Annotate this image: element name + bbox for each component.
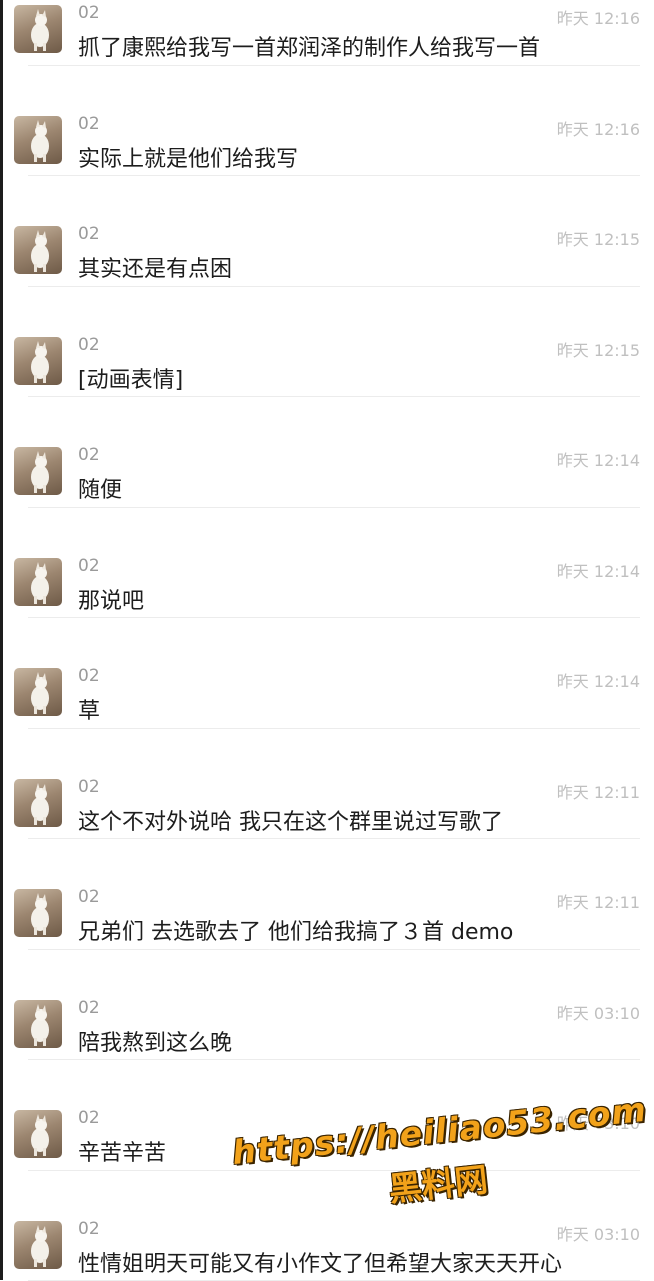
sender-name: 02 bbox=[78, 777, 100, 797]
message-time: 昨天 03:10 bbox=[557, 1110, 640, 1134]
message-time: 昨天 03:10 bbox=[557, 1000, 640, 1024]
avatar[interactable] bbox=[14, 1221, 62, 1269]
message-text: 实际上就是他们给我写 bbox=[78, 141, 298, 173]
avatar[interactable] bbox=[14, 226, 62, 274]
dog-avatar-icon bbox=[14, 668, 62, 716]
message-row[interactable]: 02 昨天 03:10 辛苦辛苦 bbox=[28, 1060, 640, 1171]
message-text: 兄弟们 去选歌去了 他们给我搞了３首 demo bbox=[78, 914, 513, 946]
avatar[interactable] bbox=[14, 116, 62, 164]
message-text: 其实还是有点困 bbox=[78, 251, 232, 283]
message-text: 抓了康熙给我写一首郑润泽的制作人给我写一首 bbox=[78, 30, 540, 62]
message-time: 昨天 12:11 bbox=[557, 889, 640, 913]
dog-avatar-icon bbox=[14, 447, 62, 495]
message-text: 性情姐明天可能又有小作文了但希望大家天天开心 bbox=[78, 1246, 562, 1278]
dog-avatar-icon bbox=[14, 558, 62, 606]
avatar[interactable] bbox=[14, 889, 62, 937]
message-row[interactable]: 02 昨天 12:16 抓了康熙给我写一首郑润泽的制作人给我写一首 bbox=[28, 0, 640, 66]
dog-avatar-icon bbox=[14, 1000, 62, 1048]
message-time: 昨天 12:16 bbox=[557, 116, 640, 140]
message-time: 昨天 12:15 bbox=[557, 226, 640, 250]
dog-avatar-icon bbox=[14, 779, 62, 827]
dog-avatar-icon bbox=[14, 5, 62, 53]
message-time: 昨天 12:14 bbox=[557, 668, 640, 692]
message-row[interactable]: 02 昨天 12:16 实际上就是他们给我写 bbox=[28, 66, 640, 177]
dog-avatar-icon bbox=[14, 116, 62, 164]
dog-avatar-icon bbox=[14, 1110, 62, 1158]
message-list[interactable]: 02 昨天 12:16 抓了康熙给我写一首郑润泽的制作人给我写一首 02 昨天 … bbox=[0, 0, 654, 1281]
sender-name: 02 bbox=[78, 445, 100, 465]
message-text: 辛苦辛苦 bbox=[78, 1135, 166, 1167]
message-row[interactable]: 02 昨天 12:14 随便 bbox=[28, 397, 640, 508]
message-row[interactable]: 02 昨天 12:15 其实还是有点困 bbox=[28, 176, 640, 287]
avatar[interactable] bbox=[14, 1110, 62, 1158]
message-row[interactable]: 02 昨天 12:11 这个不对外说哈 我只在这个群里说过写歌了 bbox=[28, 729, 640, 840]
avatar[interactable] bbox=[14, 1000, 62, 1048]
message-text: 草 bbox=[78, 693, 100, 725]
dog-avatar-icon bbox=[14, 1221, 62, 1269]
sender-name: 02 bbox=[78, 998, 100, 1018]
message-time: 昨天 12:11 bbox=[557, 779, 640, 803]
message-row[interactable]: 02 昨天 12:14 草 bbox=[28, 618, 640, 729]
message-time: 昨天 12:15 bbox=[557, 337, 640, 361]
message-time: 昨天 12:14 bbox=[557, 558, 640, 582]
avatar[interactable] bbox=[14, 337, 62, 385]
avatar[interactable] bbox=[14, 558, 62, 606]
sender-name: 02 bbox=[78, 3, 100, 23]
dog-avatar-icon bbox=[14, 889, 62, 937]
sender-name: 02 bbox=[78, 335, 100, 355]
message-row[interactable]: 02 昨天 12:14 那说吧 bbox=[28, 508, 640, 619]
sender-name: 02 bbox=[78, 666, 100, 686]
message-text: 那说吧 bbox=[78, 583, 144, 615]
sender-name: 02 bbox=[78, 887, 100, 907]
sender-name: 02 bbox=[78, 114, 100, 134]
message-time: 昨天 03:10 bbox=[557, 1221, 640, 1245]
sender-name: 02 bbox=[78, 1219, 100, 1239]
dog-avatar-icon bbox=[14, 337, 62, 385]
sender-name: 02 bbox=[78, 1108, 100, 1128]
avatar[interactable] bbox=[14, 447, 62, 495]
message-text: [动画表情] bbox=[78, 362, 183, 394]
message-row[interactable]: 02 昨天 03:10 陪我熬到这么晚 bbox=[28, 950, 640, 1061]
avatar[interactable] bbox=[14, 5, 62, 53]
message-row[interactable]: 02 昨天 12:11 兄弟们 去选歌去了 他们给我搞了３首 demo bbox=[28, 839, 640, 950]
message-text: 这个不对外说哈 我只在这个群里说过写歌了 bbox=[78, 804, 503, 836]
message-row[interactable]: 02 昨天 12:15 [动画表情] bbox=[28, 287, 640, 398]
message-text: 陪我熬到这么晚 bbox=[78, 1025, 232, 1057]
sender-name: 02 bbox=[78, 224, 100, 244]
avatar[interactable] bbox=[14, 668, 62, 716]
avatar[interactable] bbox=[14, 779, 62, 827]
sender-name: 02 bbox=[78, 556, 100, 576]
message-time: 昨天 12:16 bbox=[557, 5, 640, 29]
message-row[interactable]: 02 昨天 03:10 性情姐明天可能又有小作文了但希望大家天天开心 bbox=[28, 1171, 640, 1281]
dog-avatar-icon bbox=[14, 226, 62, 274]
message-text: 随便 bbox=[78, 472, 122, 504]
message-time: 昨天 12:14 bbox=[557, 447, 640, 471]
